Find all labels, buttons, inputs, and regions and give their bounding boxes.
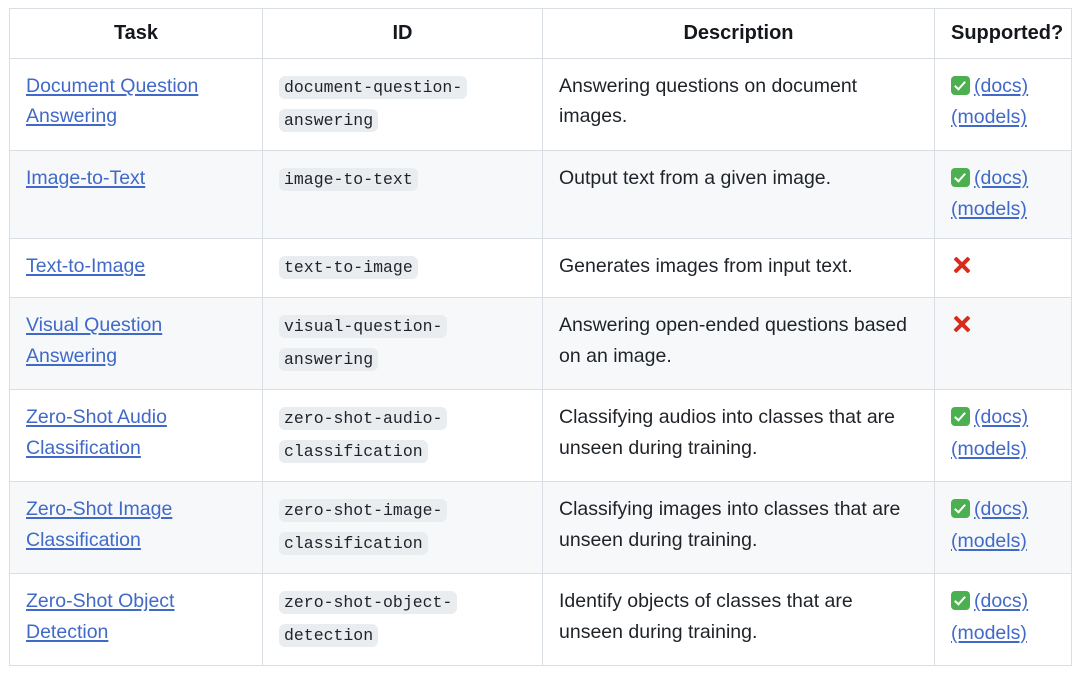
task-link[interactable]: Image-to-Text — [26, 167, 145, 189]
supported-cell — [934, 238, 1072, 299]
models-link[interactable]: (models) — [951, 438, 1027, 460]
task-link[interactable]: Text-to-Image — [26, 255, 145, 277]
docs-link[interactable]: (docs) — [974, 75, 1028, 97]
task-id-code: zero-shot-audio-classification — [279, 407, 448, 464]
task-id-cell: image-to-text — [262, 149, 543, 240]
supported-cell: (docs) (models) — [934, 481, 1072, 575]
task-cell: Zero-Shot Image Classification — [9, 481, 263, 575]
task-cell: Document Question Answering — [9, 58, 263, 151]
task-cell: Zero-Shot Object Detection — [9, 573, 263, 667]
column-header-supported: Supported? — [934, 8, 1072, 59]
task-link[interactable]: Zero-Shot Audio Classification — [26, 406, 167, 458]
supported-cell: (docs) (models) — [934, 58, 1072, 151]
docs-link[interactable]: (docs) — [974, 498, 1028, 520]
cross-mark-icon — [951, 313, 973, 335]
white-check-mark-icon — [951, 76, 970, 95]
task-cell: Text-to-Image — [9, 238, 263, 299]
task-link[interactable]: Zero-Shot Image Classification — [26, 498, 172, 550]
supported-cell — [934, 297, 1072, 391]
white-check-mark-icon — [951, 591, 970, 611]
table-header: Task ID Description Supported? — [9, 8, 1072, 59]
task-id-cell: zero-shot-object-detection — [262, 573, 543, 667]
column-header-task: Task — [9, 8, 263, 59]
task-id-cell: visual-question-answering — [262, 297, 543, 391]
docs-link[interactable]: (docs) — [974, 590, 1028, 612]
description-cell: Classifying audios into classes that are… — [542, 389, 935, 483]
table-row: Text-to-Image text-to-image Generates imag… — [9, 238, 1072, 299]
cross-mark-icon — [951, 254, 973, 276]
task-cell: Visual Question Answering — [9, 297, 263, 391]
white-check-mark-icon — [951, 168, 970, 187]
description-cell: Generates images from input text. — [542, 238, 935, 299]
task-link[interactable]: Zero-Shot Object Detection — [26, 590, 174, 642]
models-link[interactable]: (models) — [951, 198, 1027, 220]
task-id-code: visual-question-answering — [279, 315, 448, 372]
task-id-code: zero-shot-object-detection — [279, 591, 458, 648]
description-cell: Answering open-ended questions based on … — [542, 297, 935, 391]
models-link[interactable]: (models) — [951, 530, 1027, 552]
table-row: Zero-Shot Object Detection zero-shot-obje… — [9, 573, 1072, 667]
task-id-code: text-to-image — [279, 256, 418, 280]
table-row: Zero-Shot Image Classification zero-shot-… — [9, 481, 1072, 575]
tasks-table-container: Task ID Description Supported? Document … — [0, 0, 1080, 678]
description-cell: Classifying images into classes that are… — [542, 481, 935, 575]
models-link[interactable]: (models) — [951, 106, 1027, 128]
task-id-code: image-to-text — [279, 168, 418, 191]
task-id-cell: document-question-answering — [262, 58, 543, 151]
task-id-code: document-question-answering — [279, 76, 468, 132]
white-check-mark-icon — [951, 407, 970, 427]
supported-cell: (docs) (models) — [934, 389, 1072, 483]
task-link[interactable]: Visual Question Answering — [26, 314, 162, 366]
task-id-cell: zero-shot-audio-classification — [262, 389, 543, 483]
tasks-table: Task ID Description Supported? Document … — [9, 8, 1072, 667]
column-header-id: ID — [262, 8, 543, 59]
models-link[interactable]: (models) — [951, 622, 1027, 644]
table-row: Zero-Shot Audio Classification zero-shot-… — [9, 389, 1072, 483]
column-header-description: Description — [542, 8, 935, 59]
table-body: Document Question Answering document-ques… — [9, 58, 1072, 667]
description-cell: Identify objects of classes that are uns… — [542, 573, 935, 667]
table-row: Image-to-Text image-to-text Output text fr… — [9, 149, 1072, 240]
table-row: Document Question Answering document-ques… — [9, 58, 1072, 151]
white-check-mark-icon — [951, 499, 970, 519]
docs-link[interactable]: (docs) — [974, 167, 1028, 189]
supported-cell: (docs) (models) — [934, 149, 1072, 240]
docs-link[interactable]: (docs) — [974, 406, 1028, 428]
description-cell: Answering questions on document images. — [542, 58, 935, 151]
description-cell: Output text from a given image. — [542, 149, 935, 240]
task-cell: Image-to-Text — [9, 149, 263, 240]
task-cell: Zero-Shot Audio Classification — [9, 389, 263, 483]
table-row: Visual Question Answering visual-question… — [9, 297, 1072, 391]
task-id-code: zero-shot-image-classification — [279, 499, 448, 556]
task-id-cell: zero-shot-image-classification — [262, 481, 543, 575]
task-link[interactable]: Document Question Answering — [26, 75, 198, 127]
supported-cell: (docs) (models) — [934, 573, 1072, 667]
task-id-cell: text-to-image — [262, 238, 543, 299]
table-header-row: Task ID Description Supported? — [9, 8, 1072, 59]
